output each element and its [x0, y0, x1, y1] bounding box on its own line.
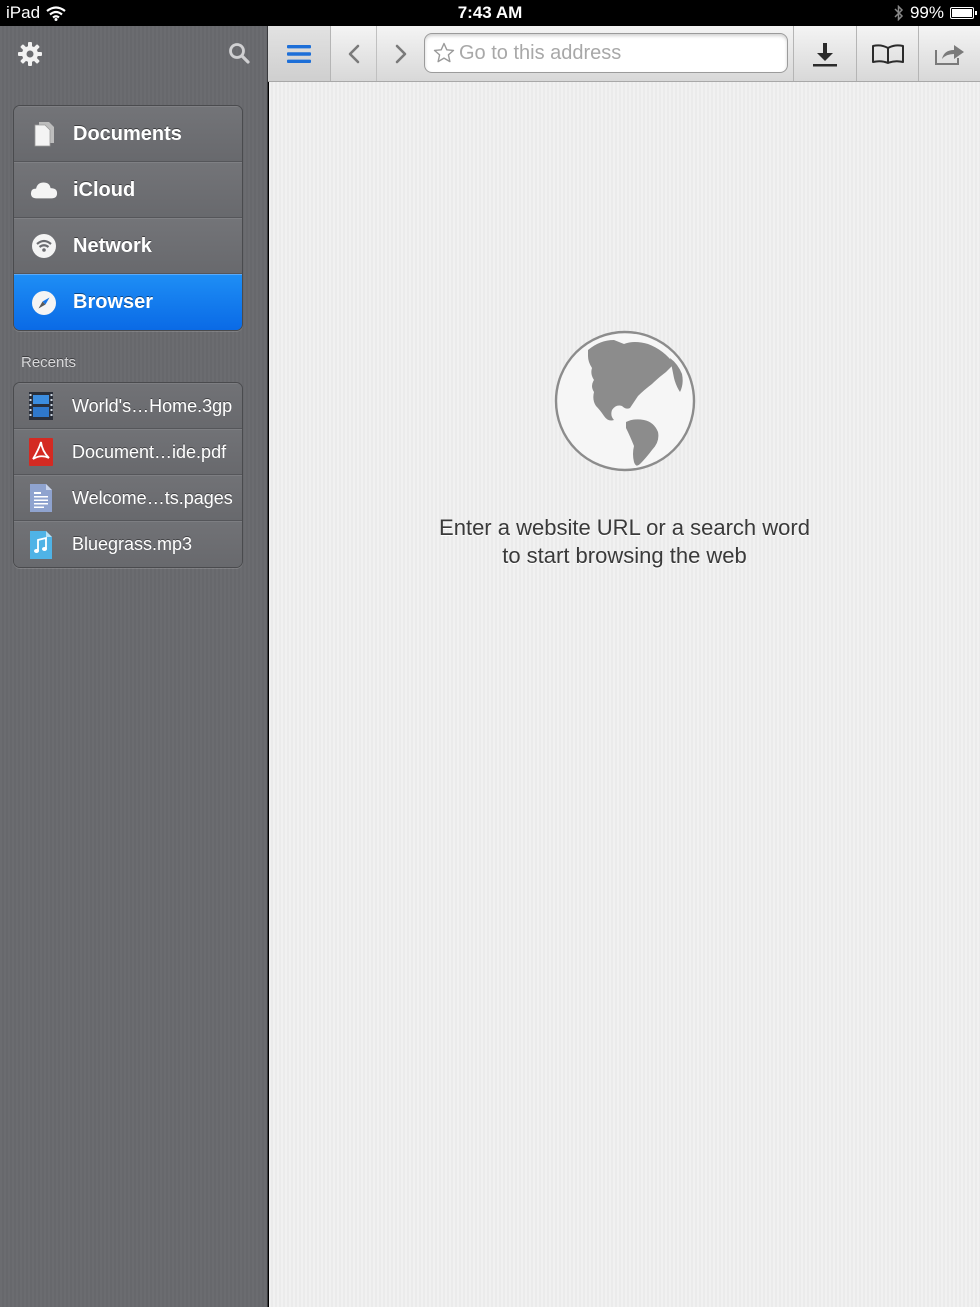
browser-content: Enter a website URL or a search word to … — [269, 82, 980, 1307]
recent-item-label: Welcome…ts.pages — [72, 487, 233, 508]
message-line: Enter a website URL or a search word — [439, 515, 810, 540]
recent-item[interactable]: Welcome…ts.pages — [14, 475, 242, 521]
address-bar[interactable] — [424, 33, 788, 73]
pages-file-icon — [28, 483, 54, 513]
clock: 7:43 AM — [457, 3, 523, 22]
battery-icon — [950, 7, 977, 19]
audio-file-icon — [28, 530, 54, 560]
nav-item-label: Documents — [73, 122, 182, 145]
chevron-left-icon — [348, 44, 360, 63]
list-icon — [287, 44, 311, 63]
recent-item[interactable]: Bluegrass.mp3 — [14, 521, 242, 567]
search-icon[interactable] — [228, 42, 250, 64]
location-list: Documents iCloud Network Browser — [13, 105, 243, 331]
sidebar-header — [0, 26, 268, 82]
sidebar: Documents iCloud Network Browser Recents… — [0, 26, 268, 1307]
address-input[interactable] — [459, 41, 779, 65]
star-icon[interactable] — [433, 42, 455, 64]
video-file-icon — [28, 391, 54, 421]
compass-icon — [30, 289, 58, 317]
message-line: to start browsing the web — [502, 543, 747, 568]
nav-item-documents[interactable]: Documents — [14, 106, 242, 162]
battery-percent: 99% — [909, 3, 944, 22]
share-button[interactable] — [918, 26, 980, 81]
recent-item[interactable]: World's…Home.3gp — [14, 383, 242, 429]
nav-item-label: Browser — [73, 291, 154, 313]
download-icon — [813, 42, 837, 66]
recent-item-label: Bluegrass.mp3 — [72, 534, 193, 554]
share-icon — [934, 44, 964, 65]
bluetooth-icon — [894, 5, 904, 21]
forward-button[interactable] — [378, 26, 423, 81]
recent-item-label: World's…Home.3gp — [72, 395, 233, 416]
sidebar-toggle-button[interactable] — [268, 26, 331, 81]
chevron-right-icon — [395, 44, 406, 63]
recent-item-label: Document…ide.pdf — [72, 441, 227, 462]
wifi-icon — [30, 232, 58, 260]
nav-item-icloud[interactable]: iCloud — [14, 162, 242, 218]
nav-item-label: Network — [73, 234, 152, 257]
recents-heading: Recents — [21, 354, 77, 371]
browser-toolbar — [268, 26, 980, 82]
recents-list: World's…Home.3gp Document…ide.pdf Welcom… — [13, 382, 243, 568]
recent-item[interactable]: Document…ide.pdf — [14, 429, 242, 475]
download-button[interactable] — [793, 26, 856, 81]
battery-fill — [952, 9, 972, 17]
status-bar: iPad 7:43 AM 99% — [0, 0, 980, 26]
globe-icon — [554, 330, 696, 472]
pdf-file-icon — [28, 437, 54, 467]
back-button[interactable] — [332, 26, 377, 81]
cloud-icon — [30, 176, 58, 204]
gear-icon[interactable] — [17, 41, 43, 67]
nav-item-network[interactable]: Network — [14, 218, 242, 274]
bookmarks-button[interactable] — [856, 26, 918, 81]
document-icon — [30, 120, 58, 148]
empty-state-message: Enter a website URL or a search word to … — [269, 514, 980, 570]
nav-item-browser[interactable]: Browser — [14, 274, 242, 330]
nav-item-label: iCloud — [73, 178, 136, 201]
book-icon — [871, 43, 904, 64]
